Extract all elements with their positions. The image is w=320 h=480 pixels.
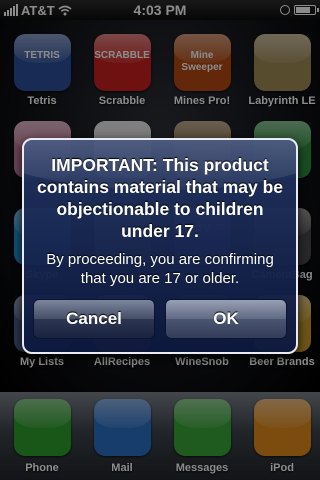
alert-message: By proceeding, you are confirming that y…	[46, 251, 274, 287]
alert-title: IMPORTANT: This product contains materia…	[36, 155, 284, 241]
alert-button-row: Cancel OK	[33, 299, 287, 339]
cancel-button-label: Cancel	[66, 309, 122, 328]
age-warning-alert: IMPORTANT: This product contains materia…	[22, 138, 298, 354]
cancel-button[interactable]: Cancel	[33, 299, 155, 339]
ok-button-label: OK	[213, 309, 239, 328]
ok-button[interactable]: OK	[165, 299, 287, 339]
